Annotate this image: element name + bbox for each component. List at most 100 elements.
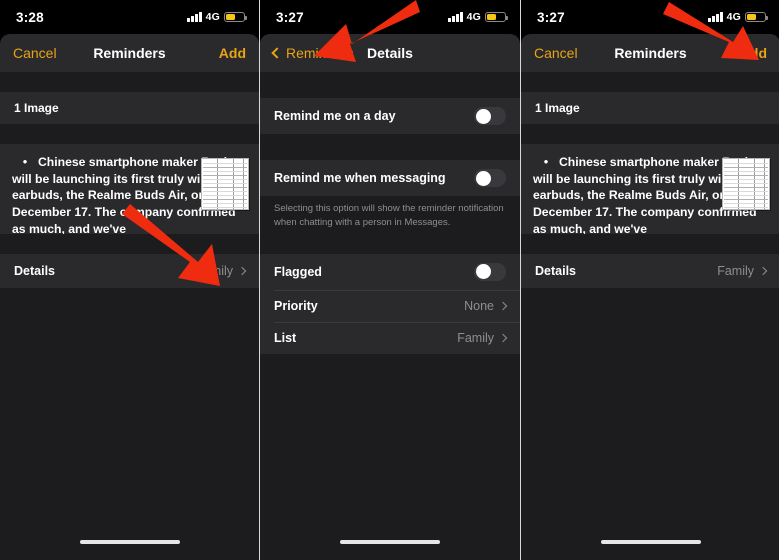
status-time: 3:27 (276, 9, 304, 25)
status-indicators: 4G (708, 11, 769, 23)
network-type-label: 4G (726, 11, 741, 23)
toggle-knob (475, 264, 491, 280)
image-count-label: 1 Image (14, 101, 59, 115)
row-flagged[interactable]: Flagged (260, 254, 520, 290)
panel-2-details: 3:27 4G Reminders Details Remind me on a… (260, 0, 520, 560)
cellular-signal-icon (708, 12, 723, 22)
cellular-signal-icon (448, 12, 463, 22)
priority-label: Priority (274, 298, 318, 313)
home-indicator[interactable] (340, 540, 440, 544)
nav-bar: Reminders Details (260, 34, 520, 72)
priority-value: None (464, 298, 508, 313)
details-value: Family (196, 264, 247, 278)
row-list[interactable]: List Family (260, 321, 520, 354)
remind-messaging-toggle[interactable] (474, 169, 506, 187)
home-indicator[interactable] (600, 540, 701, 544)
status-bar: 3:28 4G (0, 0, 259, 34)
home-indicator[interactable] (79, 540, 180, 544)
chevron-right-icon (758, 266, 768, 276)
flagged-toggle[interactable] (474, 262, 506, 281)
battery-icon (485, 11, 509, 23)
battery-icon (745, 11, 769, 23)
flag-priority-list-group: Flagged Priority None List Family (260, 253, 520, 354)
row-remind-me-on-a-day[interactable]: Remind me on a day (260, 98, 520, 134)
image-count-label: 1 Image (535, 101, 580, 115)
chevron-right-icon (498, 333, 508, 342)
remind-messaging-label: Remind me when messaging (274, 171, 446, 185)
remind-day-toggle[interactable] (474, 107, 506, 125)
network-type-label: 4G (205, 11, 220, 23)
three-screenshot-strip: 3:28 4G Cancel Reminders Add 1 Image • C… (0, 0, 779, 560)
priority-value-label: None (464, 298, 494, 313)
details-row[interactable]: Details Family (521, 254, 779, 288)
details-value-label: Family (717, 264, 754, 278)
spreadsheet-thumbnail[interactable] (201, 158, 249, 210)
network-type-label: 4G (466, 11, 481, 23)
bullet-icon: • (543, 155, 549, 169)
cancel-button[interactable]: Cancel (534, 34, 578, 72)
messaging-footnote: Selecting this option will show the remi… (260, 196, 520, 240)
panel-1-reminders-new: 3:28 4G Cancel Reminders Add 1 Image • C… (0, 0, 259, 560)
page-title: Reminders (93, 45, 166, 61)
row-remind-me-when-messaging[interactable]: Remind me when messaging (260, 160, 520, 196)
details-label: Details (535, 264, 576, 278)
nav-bar: Cancel Reminders Add (521, 34, 779, 72)
section-gap (521, 124, 779, 144)
image-count-row[interactable]: 1 Image (0, 92, 259, 124)
details-value-label: Family (196, 264, 233, 278)
section-gap (260, 134, 520, 160)
panel-3-reminders-add: 3:27 4G Cancel Reminders Add 1 Image • C… (521, 0, 779, 560)
note-body[interactable]: • Chinese smartphone maker Realme will be… (0, 144, 259, 234)
status-indicators: 4G (448, 11, 509, 23)
list-label: List (274, 330, 297, 345)
remind-day-label: Remind me on a day (274, 109, 396, 123)
list-value: Family (457, 330, 508, 345)
details-group: Details Family (0, 254, 259, 288)
details-value: Family (717, 264, 768, 278)
remind-messaging-group: Remind me when messaging (260, 160, 520, 196)
row-priority[interactable]: Priority None (260, 289, 520, 322)
chevron-left-icon (271, 47, 283, 59)
cancel-label: Cancel (13, 45, 57, 61)
add-button[interactable]: Add (740, 34, 767, 72)
status-time: 3:27 (537, 9, 565, 25)
section-gap (260, 239, 520, 254)
cancel-button[interactable]: Cancel (13, 34, 57, 72)
section-gap (0, 124, 259, 144)
add-button[interactable]: Add (219, 34, 246, 72)
content-sheet: 1 Image • Chinese smartphone maker Realme… (521, 72, 779, 560)
back-button-reminders[interactable]: Reminders (271, 34, 354, 72)
details-row[interactable]: Details Family (0, 254, 259, 288)
spreadsheet-thumbnail[interactable] (722, 158, 770, 210)
status-bar: 3:27 4G (260, 0, 520, 34)
flagged-label: Flagged (274, 264, 322, 279)
toggle-knob (475, 170, 491, 186)
bullet-icon: • (22, 155, 28, 169)
battery-icon (224, 11, 248, 23)
section-gap (260, 72, 520, 98)
add-label: Add (218, 45, 246, 61)
add-label: Add (739, 45, 767, 61)
remind-day-group: Remind me on a day (260, 98, 520, 134)
chevron-right-icon (237, 266, 247, 276)
toggle-knob (475, 108, 491, 124)
section-gap (0, 72, 259, 92)
back-label: Reminders (286, 45, 354, 61)
list-value-label: Family (457, 330, 494, 345)
details-label: Details (14, 264, 55, 278)
cellular-signal-icon (187, 12, 202, 22)
status-indicators: 4G (187, 11, 248, 23)
content-sheet: Remind me on a day Remind me when messag… (260, 72, 520, 560)
section-gap (0, 234, 259, 254)
details-group: Details Family (521, 254, 779, 288)
nav-bar: Cancel Reminders Add (0, 34, 259, 72)
cancel-label: Cancel (534, 45, 578, 61)
note-body[interactable]: • Chinese smartphone maker Realme will be… (521, 144, 779, 234)
status-time: 3:28 (16, 9, 44, 25)
section-gap (521, 234, 779, 254)
page-title: Reminders (614, 45, 687, 61)
chevron-right-icon (498, 301, 508, 310)
page-title: Details (367, 45, 413, 61)
image-count-row[interactable]: 1 Image (521, 92, 779, 124)
section-gap (521, 72, 779, 92)
